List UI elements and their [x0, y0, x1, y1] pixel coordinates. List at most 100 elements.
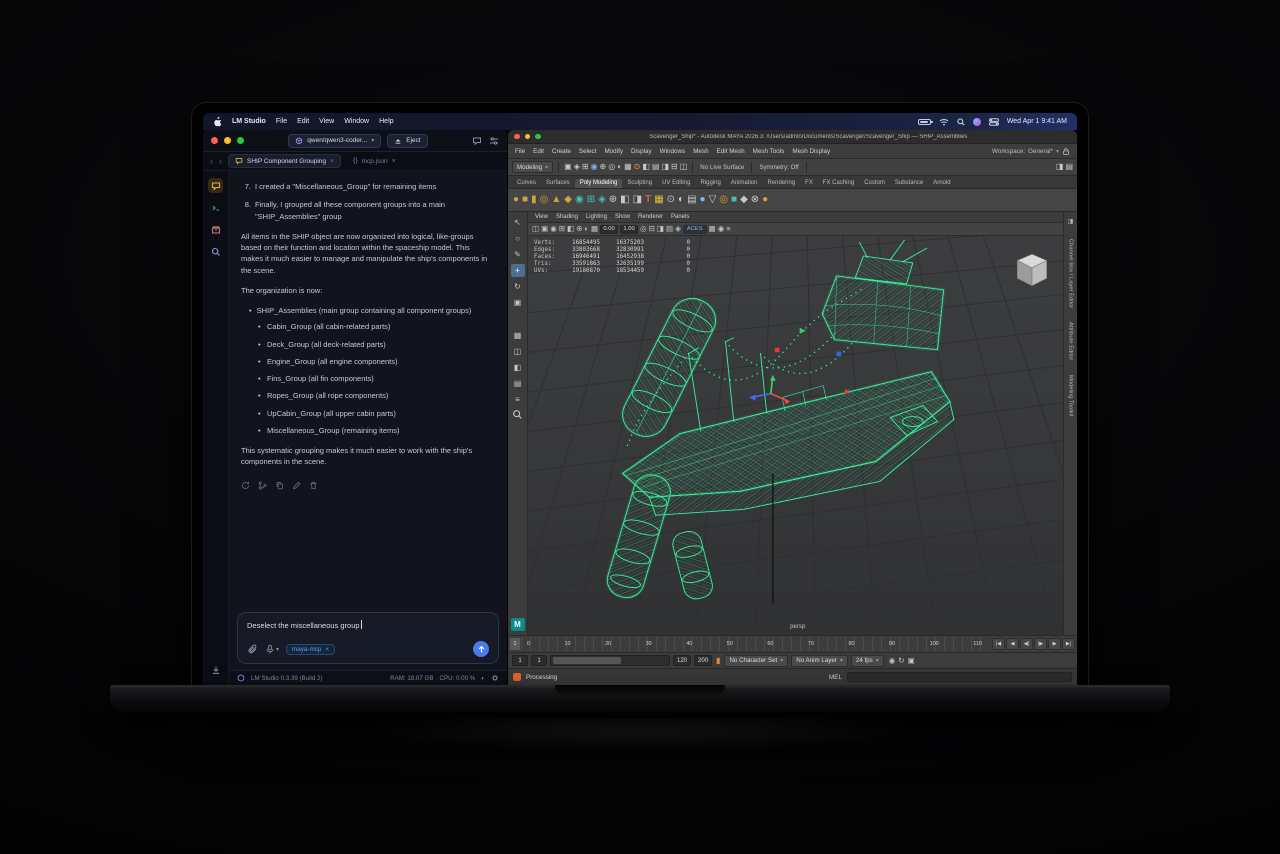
shelf-tool-icon[interactable]: ● [762, 195, 768, 205]
status-tool-icon[interactable]: ◨ [661, 163, 669, 171]
regenerate-icon[interactable] [241, 481, 250, 490]
workspace-selector[interactable]: Workspace: General* ▾ [992, 147, 1070, 156]
animation-start-field[interactable]: 1 [512, 655, 528, 666]
nav-forward-button[interactable]: › [219, 157, 222, 166]
tool-icon[interactable]: ↻ [511, 280, 525, 293]
panel-dock-icon[interactable]: ◨ [1068, 218, 1074, 225]
shelf-tool-icon[interactable]: ◈ [598, 195, 606, 205]
siri-icon[interactable] [973, 118, 981, 126]
viewport-tool-icon[interactable]: ≡ [726, 225, 730, 233]
playback-button[interactable]: ▶| [1062, 638, 1075, 650]
current-frame-marker[interactable]: 1 [510, 638, 520, 650]
status-tool-icon[interactable]: ⊙ [634, 163, 641, 171]
shelf-tool-icon[interactable]: ◎ [540, 195, 549, 205]
shelf-tool-icon[interactable]: ▮ [531, 195, 537, 205]
bookmark-icon[interactable]: ▮ [716, 656, 720, 665]
panel-menu-item[interactable]: Show [615, 214, 630, 220]
zoom-tool-icon[interactable] [512, 409, 523, 420]
modeling-toolkit-tab[interactable]: Modeling Toolkit [1068, 375, 1074, 416]
maya-menu-item[interactable]: Mesh Display [792, 148, 830, 155]
viewport-tool-icon[interactable]: ◉ [718, 225, 725, 233]
zoom-window-button[interactable] [535, 134, 541, 140]
shelf-tool-icon[interactable]: ⊙ [667, 195, 675, 205]
shelf-tool-icon[interactable]: ◆ [564, 195, 572, 205]
status-tool-icon[interactable]: ▣ [564, 163, 572, 171]
sidebar-discover-icon[interactable] [208, 244, 223, 259]
viewport-tool-icon[interactable]: ◎ [640, 225, 647, 233]
mel-toggle[interactable]: MEL [829, 674, 842, 681]
viewport-tool-icon[interactable]: ▦ [709, 225, 716, 233]
viewport-tool-icon[interactable]: ◨ [657, 225, 664, 233]
playback-option-icon[interactable]: ◉ [889, 656, 896, 665]
nav-back-button[interactable]: ‹ [210, 157, 213, 166]
eject-model-button[interactable]: Eject [387, 134, 427, 148]
playback-option-icon[interactable]: ▣ [908, 656, 915, 665]
shelf-tab[interactable]: FX [800, 179, 818, 188]
shelf-tab[interactable]: Poly Modeling [575, 179, 623, 188]
shelf-tab[interactable]: Animation [726, 179, 763, 188]
macos-menu-item[interactable]: Help [379, 118, 393, 125]
sidebar-toggle-icon[interactable]: ▤ [1065, 163, 1073, 171]
anim-layer-selector[interactable]: No Anim Layer▾ [791, 655, 848, 667]
shelf-tab[interactable]: Rendering [762, 179, 800, 188]
shelf-tool-icon[interactable]: ⊗ [751, 195, 759, 205]
sidebar-developer-icon[interactable] [208, 200, 223, 215]
status-tool-icon[interactable]: ◧ [642, 163, 650, 171]
tab-ship-component-grouping[interactable]: SHIP Component Grouping × [228, 154, 341, 168]
shelf-tool-icon[interactable]: ▤ [687, 195, 696, 205]
status-tool-icon[interactable]: ◎ [608, 163, 615, 171]
layout-preset-icon[interactable]: ◫ [511, 345, 525, 358]
viewport-canvas[interactable]: Verts:16854495163752030 Edges:3380366832… [528, 236, 1063, 635]
viewport-tool-icon[interactable]: ⊕ [576, 225, 582, 233]
shelf-tool-icon[interactable]: ■ [731, 195, 737, 205]
maya-menu-item[interactable]: File [515, 148, 525, 155]
panel-menu-item[interactable]: Lighting [586, 214, 607, 220]
delete-icon[interactable] [309, 481, 318, 490]
status-tool-icon[interactable]: ◐ [617, 163, 622, 171]
tool-icon[interactable]: ○ [511, 232, 525, 245]
macos-menu-item[interactable]: View [319, 118, 334, 125]
viewport-tool-icon[interactable]: ▤ [666, 225, 673, 233]
panel-menu-item[interactable]: Shading [556, 214, 578, 220]
viewport-field[interactable]: 0.00 [600, 225, 618, 234]
shelf-tab[interactable]: Surfaces [541, 179, 575, 188]
shelf-tab[interactable]: FX Caching [818, 179, 859, 188]
shelf-tab[interactable]: Substance [890, 179, 928, 188]
playback-start-field[interactable]: 1 [531, 655, 547, 666]
live-surface-label[interactable]: No Live Surface [700, 164, 744, 171]
menu-set-selector[interactable]: Modeling▾ [512, 161, 553, 173]
viewport-tool-icon[interactable]: ▦ [591, 225, 598, 233]
time-slider[interactable]: 1 0102030405060708090100110 |◀◀◀||▶▶▶| [508, 635, 1077, 652]
panel-menu-item[interactable]: Renderer [638, 214, 663, 220]
status-tool-icon[interactable]: ⊟ [671, 163, 678, 171]
character-set-selector[interactable]: No Character Set▾ [724, 655, 788, 667]
shelf-tool-icon[interactable]: ● [513, 195, 519, 205]
shelf-tool-icon[interactable]: ◨ [633, 195, 642, 205]
viewport-tool-icon[interactable]: ⊟ [649, 225, 655, 233]
mic-control[interactable]: ▾ [265, 644, 279, 655]
status-tool-icon[interactable]: ▤ [652, 163, 660, 171]
branch-icon[interactable] [258, 481, 267, 490]
apple-menu-icon[interactable] [213, 117, 222, 127]
shelf-tool-icon[interactable]: ⊞ [587, 195, 595, 205]
layout-preset-icon[interactable]: ▦ [511, 329, 525, 342]
tool-icon[interactable]: + [511, 264, 525, 277]
chat-bubble-icon[interactable] [472, 136, 482, 146]
shelf-tab[interactable]: Rigging [695, 179, 725, 188]
layout-preset-icon[interactable]: ◧ [511, 361, 525, 374]
maya-menu-item[interactable]: Windows [660, 148, 686, 155]
shelf-tool-icon[interactable]: ▲ [551, 195, 561, 205]
viewport-tool-icon[interactable]: ◫ [532, 225, 539, 233]
search-icon[interactable] [957, 118, 965, 126]
message-input-box[interactable]: Deselect the miscellaneous group ▾ [237, 612, 499, 664]
animation-end-field[interactable]: 200 [694, 655, 712, 666]
shelf-tool-icon[interactable]: ◆ [740, 195, 748, 205]
status-tool-icon[interactable]: ◈ [574, 163, 580, 171]
shelf-tab[interactable]: Curves [512, 179, 541, 188]
panel-menu-item[interactable]: View [535, 214, 548, 220]
shelf-tool-icon[interactable]: ◧ [620, 195, 629, 205]
symmetry-label[interactable]: Symmetry: Off [759, 164, 798, 171]
viewport-tool-icon[interactable]: ◧ [567, 225, 574, 233]
sidebar-models-icon[interactable] [208, 222, 223, 237]
status-tool-icon[interactable]: ⊕ [600, 163, 607, 171]
